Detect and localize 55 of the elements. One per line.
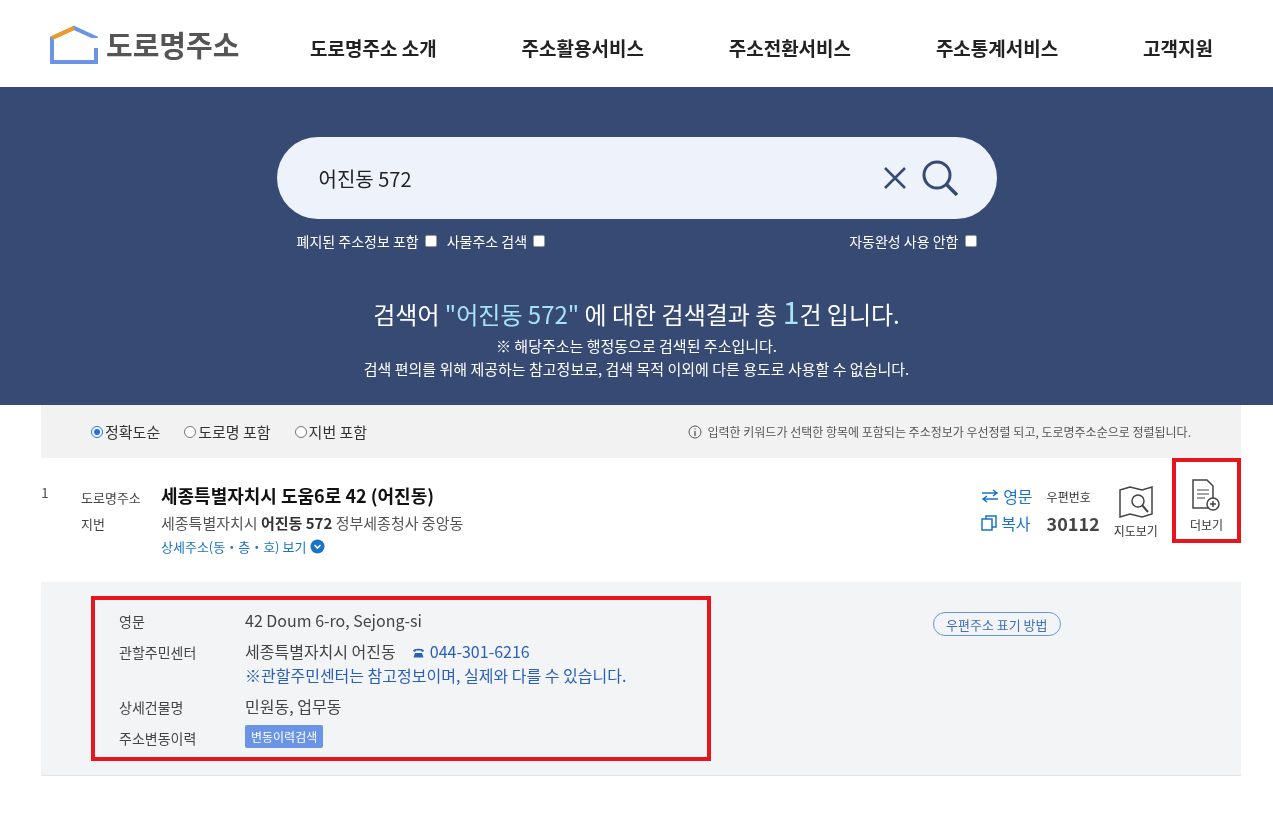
nav-item[interactable]: 주소활용서비스 — [521, 26, 644, 61]
search-field[interactable]: 어진동 572 — [276, 137, 997, 219]
checkbox[interactable] — [964, 235, 977, 247]
chevron-down-icon — [310, 539, 326, 554]
map-search-icon — [1117, 486, 1154, 518]
search-input[interactable]: 어진동 572 — [316, 162, 869, 194]
checkbox[interactable] — [533, 235, 546, 247]
swap-arrows-icon — [981, 489, 1000, 503]
detail-label: 영문 — [119, 610, 146, 632]
radio-label[interactable]: 도로명 포함 — [198, 421, 271, 442]
english-button[interactable]: 영문 — [981, 484, 1033, 508]
nav-item[interactable]: 주소전환서비스 — [728, 26, 852, 61]
radio-button[interactable] — [91, 425, 103, 438]
detail-value: 42 Doum 6-ro, Sejong-si — [245, 608, 422, 632]
notice-text: ※ 해당주소는 행정동으로 검색된 주소입니다. — [496, 335, 777, 356]
radio-button[interactable] — [294, 425, 307, 438]
postal-label: 우편번호 — [1046, 487, 1092, 505]
copy-icon — [981, 515, 998, 531]
option-label: 폐지된 주소정보 포함 — [296, 231, 419, 251]
document-plus-icon — [1191, 478, 1222, 512]
radio-label[interactable]: 지번 포함 — [308, 421, 368, 442]
option-label: 사물주소 검색 — [446, 231, 528, 251]
detail-value: 민원동, 업무동 — [245, 694, 342, 718]
search-icon[interactable] — [920, 159, 959, 197]
detail-address-link[interactable]: 상세주소(동・층・호) 보기 — [161, 537, 326, 556]
result-number: 1 — [41, 482, 50, 504]
field-label: 도로명주소 — [81, 488, 142, 507]
detail-value: 세종특별자치시 어진동 — [245, 639, 396, 663]
phone-number[interactable]: 044-301-6216 — [429, 639, 530, 663]
postal-code: 30112 — [1046, 510, 1100, 536]
jibun-address: 세종특별자치시 어진동 572 정부세종청사 중앙동 — [161, 512, 464, 533]
copy-button[interactable]: 복사 — [981, 511, 1033, 535]
field-label: 지번 — [81, 514, 106, 533]
detail-label: 주소변동이력 — [119, 727, 198, 748]
nav-item[interactable]: 고객지원 — [1143, 26, 1213, 61]
checkbox[interactable] — [424, 235, 437, 247]
option-label: 자동완성 사용 안함 — [849, 231, 959, 251]
nav-item[interactable]: 도로명주소 소개 — [310, 26, 437, 61]
sort-hint: 입력한 키워드가 선택한 항목에 포함되는 주소정보가 우선정렬 되고, 도로명주소순으로 정렬됩니다. — [707, 423, 1191, 440]
house-icon — [50, 23, 98, 64]
clear-icon[interactable] — [882, 166, 907, 190]
nav-item[interactable]: 주소통계서비스 — [935, 26, 1059, 61]
road-address: 세종특별자치시 도움6로 42 (어진동) — [161, 482, 434, 508]
detail-label: 관할주민센터 — [119, 641, 198, 664]
notice-text: 검색 편의를 위해 제공하는 참고정보로, 검색 목적 이외에 다른 용도로 사용할 수 없습니다. — [363, 358, 910, 379]
phone-icon — [411, 647, 425, 658]
center-note: ※관할주민센터는 참고정보이며, 실제와 다를 수 있습니다. — [245, 663, 627, 687]
radio-button[interactable] — [184, 425, 197, 438]
result-summary: 검색어 "어진동 572" 에 대한 검색결과 총 1건 입니다. — [373, 289, 900, 333]
map-button[interactable]: 지도보기 — [1113, 482, 1158, 543]
logo-text[interactable]: 도로명주소 — [106, 22, 240, 65]
detail-label: 상세건물명 — [119, 696, 185, 718]
radio-label[interactable]: 정확도순 — [105, 421, 161, 442]
more-button[interactable]: 더보기 — [1171, 458, 1241, 543]
info-icon — [688, 424, 703, 439]
